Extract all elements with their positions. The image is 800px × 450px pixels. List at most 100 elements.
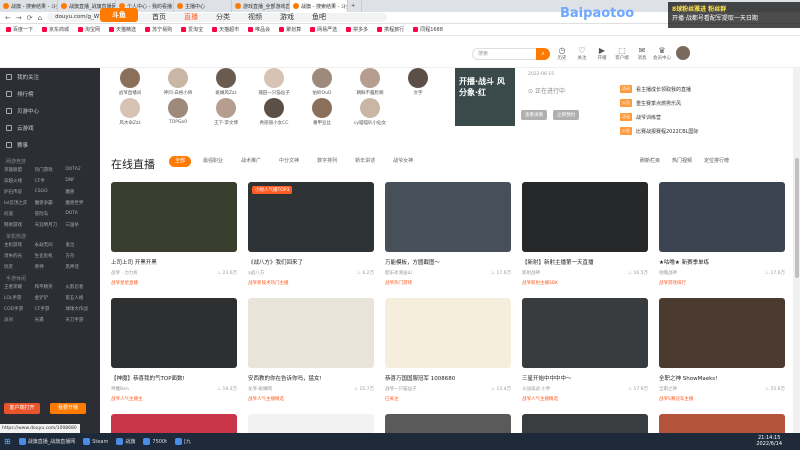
search-input[interactable]: 搜索 — [472, 48, 542, 60]
bookmark-item[interactable]: 唯品会 — [248, 26, 270, 33]
sidebar-item[interactable]: 排行榜 — [0, 85, 100, 102]
open-client-button[interactable]: 客户端打开 — [4, 403, 40, 414]
bookmark-item[interactable]: 天猫超市 — [212, 26, 239, 33]
bookmark-item[interactable]: 聚划算 — [279, 26, 301, 33]
live-title[interactable]: 【神魔】恭喜我的气TOP面数! — [111, 374, 237, 382]
live-thumbnail[interactable] — [111, 182, 237, 252]
header-vip-button[interactable]: ♛ 会员中心 — [652, 46, 672, 64]
sidebar-game-link[interactable]: 火影忍者 — [65, 284, 96, 290]
live-thumbnail-partial[interactable] — [385, 414, 511, 433]
bookmark-item[interactable]: 百度一下 — [6, 26, 33, 33]
douyu-logo[interactable]: 斗鱼 — [100, 8, 138, 22]
streamer-item[interactable]: cy喵喵叭小仙女 — [350, 98, 390, 126]
live-thumbnail-partial[interactable] — [659, 414, 785, 433]
live-card[interactable]: 安西教的你在告诉你吗，猛女! 龙爷·斑斓网 ♨ 15.7万 战爷人气主播精选 — [248, 298, 374, 408]
nav-item[interactable]: 鱼吧 — [312, 12, 326, 22]
browser-tab[interactable]: 战旗 - 搜索结果 - 斗鱼直播 — [290, 0, 348, 12]
bookmark-item[interactable]: 拼多多 — [346, 26, 368, 33]
sidebar-game-link[interactable]: 魔兽 — [65, 189, 96, 195]
live-card[interactable]: 全职之神 ShowMaeks! 全职之神 ♨ 55.6万 战爷S赛冠军主播 — [659, 298, 785, 408]
live-thumbnail[interactable] — [522, 298, 648, 368]
live-thumbnail-partial[interactable] — [248, 414, 374, 433]
sidebar-game-link[interactable]: 消失的光 — [4, 253, 35, 259]
sidebar-item[interactable]: 我的关注 — [0, 68, 100, 85]
live-card[interactable]: 小财人气播TOP3 《战八方》我们回来了 a战八方 ♨ 6.2万 战爷新技术热门主播 — [248, 182, 374, 292]
sidebar-game-link[interactable]: 英雄联盟 — [4, 167, 35, 173]
sidebar-game-link[interactable]: 网易游戏 — [4, 222, 35, 228]
reserve-button[interactable]: 立即预约 — [553, 110, 579, 120]
streamer-item[interactable]: 神凹·白格小将 — [158, 68, 198, 96]
live-streamer[interactable]: 神魔Ben — [111, 386, 129, 392]
taskbar-item[interactable]: 战旗 — [116, 438, 135, 445]
category-chip[interactable]: 中分文神 — [273, 156, 305, 167]
bookmark-item[interactable]: 苏宁易购 — [145, 26, 172, 33]
live-card[interactable]: 【新射】新射主播第一天直播 新射战神 ♨ 16.5万 战爷新射主播SBK — [522, 182, 648, 292]
reload-icon[interactable]: ⟳ — [27, 14, 33, 22]
streamer-item[interactable]: 捕田一只猫仙子 — [254, 68, 294, 96]
live-title[interactable]: 恭喜万国国服冠军 1008680 — [385, 374, 511, 382]
live-thumbnail-partial[interactable] — [111, 414, 237, 433]
bookmark-item[interactable]: 同程1688 — [413, 26, 443, 33]
sidebar-game-link[interactable]: 问道 — [4, 211, 35, 217]
sidebar-game-link[interactable]: DNF — [65, 178, 96, 184]
live-streamer[interactable]: 战爷 · 力力拆 — [111, 270, 138, 276]
back-icon[interactable]: ← — [5, 14, 11, 22]
browser-tab[interactable]: 游戏直播_全部游戏直播_斗鱼 — [232, 0, 290, 12]
nav-item[interactable]: 直播 — [184, 12, 198, 22]
streamer-item[interactable]: TOPGo0 — [158, 98, 198, 125]
bookmark-item[interactable]: 携程旅行 — [377, 26, 404, 33]
live-title[interactable]: 万能模板，方圆截图～ — [385, 258, 511, 266]
live-title[interactable]: 安西教的你在告诉你吗，猛女! — [248, 374, 374, 382]
streamer-item[interactable]: 番甲豆丝 — [302, 98, 342, 126]
live-right-link[interactable]: 热门视频 — [672, 157, 692, 164]
sidebar-game-link[interactable]: 炉石传说 — [4, 189, 35, 195]
promo-banner[interactable]: 开播·战斗 风分象·红 — [455, 68, 515, 126]
sidebar-game-link[interactable]: 热门游戏 — [35, 167, 66, 173]
sidebar-game-link[interactable]: LOL手游 — [4, 295, 35, 301]
live-thumbnail[interactable] — [248, 298, 374, 368]
news-item[interactable]: 活动 战爷训练营 — [620, 110, 780, 124]
home-icon[interactable]: ⌂ — [38, 14, 42, 22]
sidebar-game-link[interactable]: 原神 — [35, 264, 66, 270]
scrollbar-thumb[interactable] — [794, 158, 799, 278]
live-thumbnail[interactable]: 小财人气播TOP3 — [248, 182, 374, 252]
sidebar-game-link[interactable]: 黑神话 — [65, 264, 96, 270]
detail-button[interactable]: 查看详情 — [521, 110, 547, 120]
live-title[interactable]: ★咕噜★ 新赛季单练 — [659, 258, 785, 266]
live-card[interactable]: ★咕噜★ 新赛季单练 咕噜战神 ♨ 17.6万 战爷游戏排行 — [659, 182, 785, 292]
live-streamer[interactable]: 新射战神 — [522, 270, 540, 276]
header-broadcast-button[interactable]: ▶ 开播 — [592, 46, 612, 64]
sidebar-game-link[interactable]: 主机游戏 — [4, 242, 35, 248]
live-thumbnail[interactable] — [659, 298, 785, 368]
sidebar-game-link[interactable]: DOTA2 — [65, 167, 96, 173]
sidebar-game-link[interactable]: CSGO — [35, 189, 66, 195]
header-message-button[interactable]: ✉ 消息 — [632, 46, 652, 64]
forward-icon[interactable]: → — [16, 14, 22, 22]
search-icon[interactable]: ⌕ — [536, 48, 550, 60]
taskbar-item[interactable]: [九 — [175, 438, 191, 445]
bookmark-item[interactable]: 爱淘宝 — [181, 26, 203, 33]
nav-item[interactable]: 首页 — [152, 12, 166, 22]
bookmark-item[interactable]: 网易严选 — [310, 26, 337, 33]
header-history-button[interactable]: ◷ 历史 — [552, 46, 572, 64]
sidebar-game-link[interactable]: 永劫无间 — [35, 242, 66, 248]
category-chip[interactable]: 新年讲述 — [349, 156, 381, 167]
sidebar-game-link[interactable]: COD手游 — [4, 306, 35, 312]
news-item[interactable]: 公告 比赛战报赛程2022CBL国际 — [620, 124, 780, 138]
browser-tab[interactable]: 战旗 - 搜索结果 - 斗鱼直播 — [0, 0, 58, 12]
sidebar-item[interactable]: 云游戏 — [0, 119, 100, 136]
bookmark-item[interactable]: 京东商城 — [42, 26, 69, 33]
live-thumbnail[interactable] — [385, 182, 511, 252]
sidebar-game-link[interactable]: 魔兽世界 — [65, 200, 96, 206]
bookmark-item[interactable]: 淘宝网 — [78, 26, 100, 33]
live-card[interactable]: 【神魔】恭喜我的气TOP面数! 神魔Ben ♨ 19.3万 战爷人气主播主 — [111, 298, 237, 408]
sidebar-game-link[interactable]: 冒险岛 — [35, 211, 66, 217]
live-streamer[interactable]: a战八方 — [248, 270, 264, 276]
live-card[interactable]: 恭喜万国国服冠军 1008680 战爷一只猫仙子 ♨ 13.4万 已关注 — [385, 298, 511, 408]
header-client-button[interactable]: ⬚ 客户端 — [612, 46, 632, 64]
streamer-item[interactable]: 王下·李文博 — [206, 98, 246, 126]
start-icon[interactable]: ⊞ — [4, 437, 11, 446]
streamer-item[interactable]: 朝鲜不露脸啊 — [350, 68, 390, 96]
sidebar-game-link[interactable]: 天刀手游 — [65, 317, 96, 323]
live-streamer[interactable]: 斗战威武·小乔 — [522, 386, 550, 392]
